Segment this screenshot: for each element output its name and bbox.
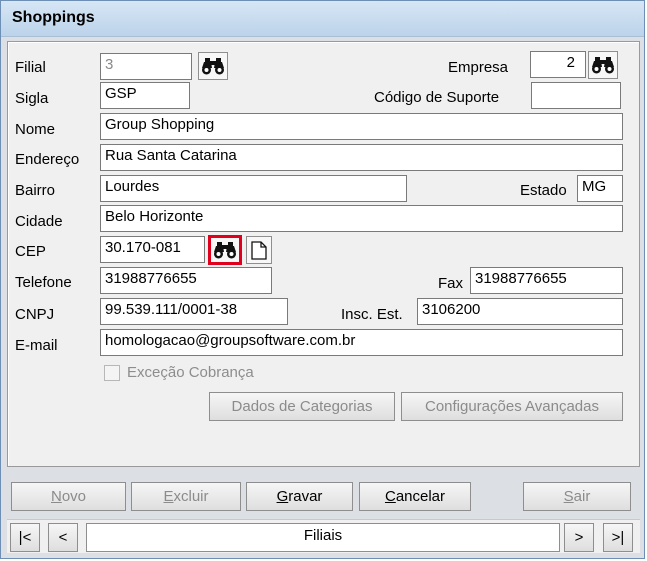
binoculars-icon bbox=[213, 241, 237, 259]
cancelar-rest: ancelar bbox=[395, 488, 446, 505]
cep-field[interactable]: 30.170-081 bbox=[100, 236, 205, 263]
novo-mnemonic: N bbox=[50, 488, 62, 505]
shoppings-window: Shoppings Filial 3 Empresa 2 Sigla GSP C… bbox=[0, 0, 645, 559]
filial-field[interactable]: 3 bbox=[100, 53, 192, 80]
excluir-button[interactable]: Excluir bbox=[131, 482, 241, 511]
title-bar[interactable]: Shoppings bbox=[1, 1, 644, 37]
cidade-label: Cidade bbox=[15, 213, 63, 230]
sair-button[interactable]: Sair bbox=[523, 482, 631, 511]
excluir-mnemonic: E bbox=[163, 488, 174, 505]
next-record-button[interactable]: > bbox=[564, 523, 594, 552]
navigation-label: Filiais bbox=[86, 523, 560, 552]
cep-label: CEP bbox=[15, 243, 46, 260]
gravar-button[interactable]: Gravar bbox=[246, 482, 353, 511]
cancelar-button[interactable]: Cancelar bbox=[359, 482, 471, 511]
telefone-label: Telefone bbox=[15, 274, 72, 291]
first-record-button[interactable]: |< bbox=[10, 523, 40, 552]
window-title: Shoppings bbox=[12, 9, 95, 26]
new-document-icon bbox=[251, 240, 267, 260]
excluir-rest: xcluir bbox=[173, 488, 209, 505]
cep-search-button[interactable] bbox=[208, 235, 242, 265]
binoculars-icon bbox=[201, 57, 225, 75]
sigla-label: Sigla bbox=[15, 90, 49, 107]
form-panel: Filial 3 Empresa 2 Sigla GSP Código de S… bbox=[7, 41, 640, 467]
fax-label: Fax bbox=[438, 275, 464, 292]
telefone-field[interactable]: 31988776655 bbox=[100, 267, 272, 294]
binoculars-icon bbox=[591, 56, 615, 74]
gravar-mnemonic: G bbox=[276, 488, 289, 505]
insc-est-field[interactable]: 3106200 bbox=[417, 298, 623, 325]
codigo-suporte-field[interactable] bbox=[531, 82, 621, 109]
sigla-field[interactable]: GSP bbox=[100, 82, 190, 109]
cep-new-button[interactable] bbox=[246, 236, 272, 264]
endereco-field[interactable]: Rua Santa Catarina bbox=[100, 144, 623, 171]
sair-rest: air bbox=[573, 488, 591, 505]
codigo-suporte-label: Código de Suporte bbox=[374, 89, 500, 106]
estado-label: Estado bbox=[520, 182, 567, 199]
estado-field[interactable]: MG bbox=[577, 175, 623, 202]
email-field[interactable]: homologacao@groupsoftware.com.br bbox=[100, 329, 623, 356]
endereco-label: Endereço bbox=[15, 151, 80, 168]
cnpj-label: CNPJ bbox=[15, 306, 55, 323]
cnpj-field[interactable]: 99.539.111/0001-38 bbox=[100, 298, 288, 325]
cancelar-mnemonic: C bbox=[384, 488, 396, 505]
nome-field[interactable]: Group Shopping bbox=[100, 113, 623, 140]
insc-est-label: Insc. Est. bbox=[341, 306, 403, 323]
excecao-cobranca-checkbox[interactable] bbox=[104, 365, 120, 381]
cidade-field[interactable]: Belo Horizonte bbox=[100, 205, 623, 232]
empresa-label: Empresa bbox=[448, 59, 509, 76]
last-record-button[interactable]: >| bbox=[603, 523, 633, 552]
nome-label: Nome bbox=[15, 121, 56, 138]
empresa-field[interactable]: 2 bbox=[530, 51, 586, 78]
excecao-cobranca-label: Exceção Cobrança bbox=[127, 364, 254, 381]
filial-search-button[interactable] bbox=[198, 52, 228, 80]
bairro-label: Bairro bbox=[15, 182, 56, 199]
empresa-search-button[interactable] bbox=[588, 51, 618, 79]
bairro-field[interactable]: Lourdes bbox=[100, 175, 407, 202]
gravar-rest: ravar bbox=[288, 488, 323, 505]
fax-field[interactable]: 31988776655 bbox=[470, 267, 623, 294]
record-navigation-bar: |< < Filiais > >| bbox=[7, 519, 640, 553]
novo-button[interactable]: Novo bbox=[11, 482, 126, 511]
novo-rest: ovo bbox=[61, 488, 87, 505]
dados-categorias-button[interactable]: Dados de Categorias bbox=[209, 392, 395, 421]
filial-label: Filial bbox=[15, 59, 46, 76]
previous-record-button[interactable]: < bbox=[48, 523, 78, 552]
sair-mnemonic: S bbox=[563, 488, 574, 505]
configuracoes-avancadas-button[interactable]: Configurações Avançadas bbox=[401, 392, 623, 421]
email-label: E-mail bbox=[15, 337, 58, 354]
